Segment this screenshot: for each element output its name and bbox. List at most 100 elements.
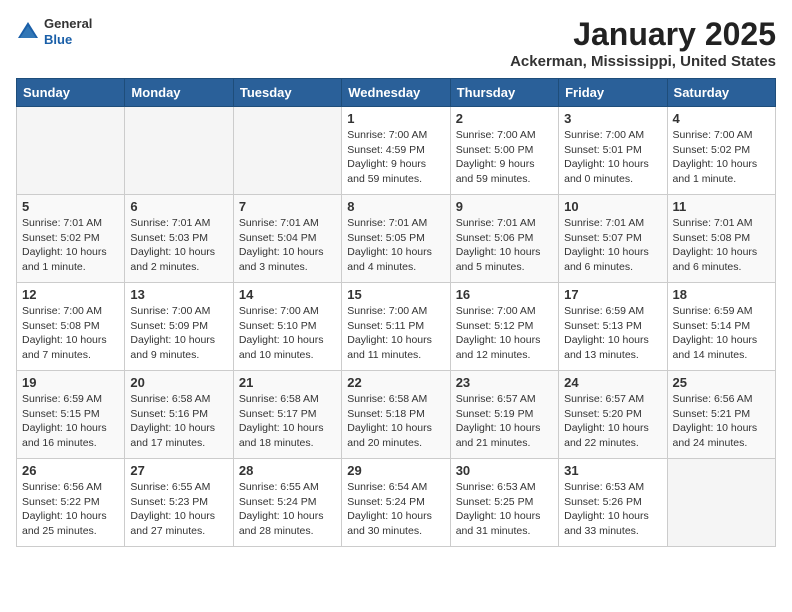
- calendar-cell: 5Sunrise: 7:01 AM Sunset: 5:02 PM Daylig…: [17, 195, 125, 283]
- day-info: Sunrise: 6:57 AM Sunset: 5:20 PM Dayligh…: [564, 392, 661, 451]
- day-number: 11: [673, 199, 770, 214]
- day-info: Sunrise: 7:01 AM Sunset: 5:08 PM Dayligh…: [673, 216, 770, 275]
- day-info: Sunrise: 7:01 AM Sunset: 5:04 PM Dayligh…: [239, 216, 336, 275]
- day-info: Sunrise: 6:54 AM Sunset: 5:24 PM Dayligh…: [347, 480, 444, 539]
- calendar-week-row: 5Sunrise: 7:01 AM Sunset: 5:02 PM Daylig…: [17, 195, 776, 283]
- calendar-cell: 12Sunrise: 7:00 AM Sunset: 5:08 PM Dayli…: [17, 283, 125, 371]
- day-info: Sunrise: 6:56 AM Sunset: 5:21 PM Dayligh…: [673, 392, 770, 451]
- day-number: 31: [564, 463, 661, 478]
- day-number: 20: [130, 375, 227, 390]
- day-number: 15: [347, 287, 444, 302]
- calendar-cell: 30 Sunrise: 6:53 AM Sunset: 5:25 PM Dayli…: [450, 459, 558, 547]
- calendar-cell: 26 Sunrise: 6:56 AM Sunset: 5:22 PM Dayli…: [17, 459, 125, 547]
- logo-blue: Blue: [44, 32, 92, 48]
- day-info: Sunrise: 7:01 AM Sunset: 5:02 PM Dayligh…: [22, 216, 119, 275]
- weekday-header: Tuesday: [233, 79, 341, 107]
- calendar-cell: 14Sunrise: 7:00 AM Sunset: 5:10 PM Dayli…: [233, 283, 341, 371]
- calendar-cell: 13 Sunrise: 7:00 AM Sunset: 5:09 PM Dayli…: [125, 283, 233, 371]
- weekday-header: Thursday: [450, 79, 558, 107]
- calendar-cell: 18 Sunrise: 6:59 AM Sunset: 5:14 PM Dayli…: [667, 283, 775, 371]
- day-number: 25: [673, 375, 770, 390]
- calendar-cell: 20 Sunrise: 6:58 AM Sunset: 5:16 PM Dayli…: [125, 371, 233, 459]
- logo-text: General Blue: [44, 16, 92, 47]
- logo: General Blue: [16, 16, 92, 47]
- weekday-header: Sunday: [17, 79, 125, 107]
- calendar-table: SundayMondayTuesdayWednesdayThursdayFrid…: [16, 78, 776, 547]
- day-number: 3: [564, 111, 661, 126]
- day-info: Sunrise: 7:00 AM Sunset: 4:59 PM Dayligh…: [347, 128, 444, 187]
- day-number: 2: [456, 111, 553, 126]
- calendar-cell: 24 Sunrise: 6:57 AM Sunset: 5:20 PM Dayli…: [559, 371, 667, 459]
- day-number: 14: [239, 287, 336, 302]
- calendar-cell: 22 Sunrise: 6:58 AM Sunset: 5:18 PM Dayli…: [342, 371, 450, 459]
- calendar-cell: 25 Sunrise: 6:56 AM Sunset: 5:21 PM Dayli…: [667, 371, 775, 459]
- day-info: Sunrise: 6:55 AM Sunset: 5:23 PM Dayligh…: [130, 480, 227, 539]
- location: Ackerman, Mississippi, United States: [510, 53, 776, 70]
- day-info: Sunrise: 7:01 AM Sunset: 5:05 PM Dayligh…: [347, 216, 444, 275]
- day-number: 22: [347, 375, 444, 390]
- day-info: Sunrise: 6:58 AM Sunset: 5:18 PM Dayligh…: [347, 392, 444, 451]
- calendar-cell: 16 Sunrise: 7:00 AM Sunset: 5:12 PM Dayli…: [450, 283, 558, 371]
- calendar-cell: 11 Sunrise: 7:01 AM Sunset: 5:08 PM Dayli…: [667, 195, 775, 283]
- page-header: General Blue January 2025 Ackerman, Miss…: [16, 16, 776, 70]
- day-info: Sunrise: 7:00 AM Sunset: 5:01 PM Dayligh…: [564, 128, 661, 187]
- day-number: 16: [456, 287, 553, 302]
- day-info: Sunrise: 6:56 AM Sunset: 5:22 PM Dayligh…: [22, 480, 119, 539]
- day-info: Sunrise: 6:55 AM Sunset: 5:24 PM Dayligh…: [239, 480, 336, 539]
- weekday-header: Friday: [559, 79, 667, 107]
- calendar-cell: [667, 459, 775, 547]
- day-number: 8: [347, 199, 444, 214]
- day-info: Sunrise: 7:00 AM Sunset: 5:12 PM Dayligh…: [456, 304, 553, 363]
- calendar-week-row: 19 Sunrise: 6:59 AM Sunset: 5:15 PM Dayli…: [17, 371, 776, 459]
- day-number: 21: [239, 375, 336, 390]
- day-info: Sunrise: 6:53 AM Sunset: 5:25 PM Dayligh…: [456, 480, 553, 539]
- day-number: 13: [130, 287, 227, 302]
- day-info: Sunrise: 7:00 AM Sunset: 5:11 PM Dayligh…: [347, 304, 444, 363]
- day-number: 29: [347, 463, 444, 478]
- weekday-header: Saturday: [667, 79, 775, 107]
- day-info: Sunrise: 7:01 AM Sunset: 5:06 PM Dayligh…: [456, 216, 553, 275]
- day-info: Sunrise: 6:57 AM Sunset: 5:19 PM Dayligh…: [456, 392, 553, 451]
- day-number: 27: [130, 463, 227, 478]
- calendar-cell: [17, 107, 125, 195]
- day-info: Sunrise: 7:01 AM Sunset: 5:07 PM Dayligh…: [564, 216, 661, 275]
- calendar-cell: [233, 107, 341, 195]
- day-number: 28: [239, 463, 336, 478]
- day-info: Sunrise: 6:58 AM Sunset: 5:17 PM Dayligh…: [239, 392, 336, 451]
- calendar-week-row: 26 Sunrise: 6:56 AM Sunset: 5:22 PM Dayli…: [17, 459, 776, 547]
- calendar-cell: [125, 107, 233, 195]
- calendar-week-row: 12Sunrise: 7:00 AM Sunset: 5:08 PM Dayli…: [17, 283, 776, 371]
- day-number: 1: [347, 111, 444, 126]
- calendar-cell: 15 Sunrise: 7:00 AM Sunset: 5:11 PM Dayli…: [342, 283, 450, 371]
- calendar-cell: 3 Sunrise: 7:00 AM Sunset: 5:01 PM Daylig…: [559, 107, 667, 195]
- day-info: Sunrise: 7:00 AM Sunset: 5:02 PM Dayligh…: [673, 128, 770, 187]
- title-block: January 2025 Ackerman, Mississippi, Unit…: [510, 16, 776, 70]
- day-info: Sunrise: 6:59 AM Sunset: 5:15 PM Dayligh…: [22, 392, 119, 451]
- day-number: 6: [130, 199, 227, 214]
- day-info: Sunrise: 6:53 AM Sunset: 5:26 PM Dayligh…: [564, 480, 661, 539]
- calendar-cell: 2 Sunrise: 7:00 AM Sunset: 5:00 PM Daylig…: [450, 107, 558, 195]
- day-number: 26: [22, 463, 119, 478]
- calendar-cell: 9Sunrise: 7:01 AM Sunset: 5:06 PM Daylig…: [450, 195, 558, 283]
- calendar-cell: 1 Sunrise: 7:00 AM Sunset: 4:59 PM Daylig…: [342, 107, 450, 195]
- calendar-cell: 27 Sunrise: 6:55 AM Sunset: 5:23 PM Dayli…: [125, 459, 233, 547]
- day-number: 24: [564, 375, 661, 390]
- calendar-cell: 19 Sunrise: 6:59 AM Sunset: 5:15 PM Dayli…: [17, 371, 125, 459]
- day-info: Sunrise: 6:58 AM Sunset: 5:16 PM Dayligh…: [130, 392, 227, 451]
- weekday-header: Wednesday: [342, 79, 450, 107]
- calendar-cell: 7 Sunrise: 7:01 AM Sunset: 5:04 PM Daylig…: [233, 195, 341, 283]
- day-info: Sunrise: 6:59 AM Sunset: 5:14 PM Dayligh…: [673, 304, 770, 363]
- day-number: 19: [22, 375, 119, 390]
- month-title: January 2025: [510, 16, 776, 53]
- day-info: Sunrise: 6:59 AM Sunset: 5:13 PM Dayligh…: [564, 304, 661, 363]
- day-info: Sunrise: 7:00 AM Sunset: 5:00 PM Dayligh…: [456, 128, 553, 187]
- day-number: 23: [456, 375, 553, 390]
- calendar-cell: 10Sunrise: 7:01 AM Sunset: 5:07 PM Dayli…: [559, 195, 667, 283]
- calendar-cell: 29 Sunrise: 6:54 AM Sunset: 5:24 PM Dayli…: [342, 459, 450, 547]
- day-number: 30: [456, 463, 553, 478]
- day-info: Sunrise: 7:00 AM Sunset: 5:09 PM Dayligh…: [130, 304, 227, 363]
- calendar-cell: 6Sunrise: 7:01 AM Sunset: 5:03 PM Daylig…: [125, 195, 233, 283]
- day-number: 7: [239, 199, 336, 214]
- day-number: 18: [673, 287, 770, 302]
- calendar-cell: 8 Sunrise: 7:01 AM Sunset: 5:05 PM Daylig…: [342, 195, 450, 283]
